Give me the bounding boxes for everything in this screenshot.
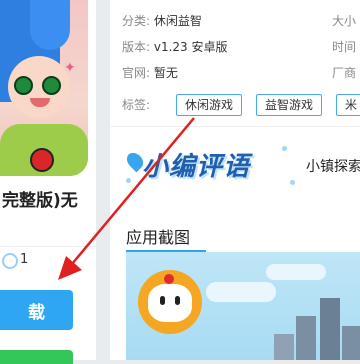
info-time-key: 时间 — [332, 40, 357, 54]
info-version-key: 版本: — [122, 40, 151, 54]
editor-review-logo: 小编评语 — [142, 152, 251, 182]
building — [320, 298, 340, 360]
share-row: 1 — [0, 246, 96, 275]
decor-dot — [290, 180, 295, 185]
sparkle-icon: ✦ — [64, 60, 76, 76]
character-eye-right — [42, 76, 61, 95]
info-category: 分类: 休闲益智 — [122, 12, 202, 29]
decor-dot — [126, 178, 131, 183]
app-screenshot[interactable] — [126, 252, 360, 360]
column-gap — [96, 0, 110, 360]
cat-eye-right — [175, 296, 180, 305]
info-website: 官网: 暂无 — [122, 64, 178, 81]
info-category-key: 分类: — [122, 14, 151, 28]
cat-eye-left — [160, 296, 165, 305]
ladybug-icon — [30, 148, 54, 172]
share-icon[interactable] — [2, 253, 18, 269]
info-website-key: 官网: — [122, 66, 151, 80]
info-vendor-key: 厂商 — [332, 66, 357, 80]
cat-character — [138, 270, 202, 334]
building — [342, 326, 360, 360]
editor-review-banner: 小编评语 小镇探索 — [122, 140, 360, 192]
info-size-key: 大小 — [332, 14, 357, 28]
building — [296, 316, 316, 360]
info-version: 版本: v1.23 安卓版 — [122, 38, 228, 55]
info-version-value: v1.23 安卓版 — [153, 40, 228, 54]
cat-face — [148, 284, 192, 322]
section-title-screenshots: 应用截图 — [126, 228, 191, 247]
character-face — [8, 56, 70, 118]
share-count: 1 — [20, 252, 29, 267]
banner-text: 小镇探索 — [306, 159, 360, 175]
app-summary-panel: ✦ 完整版)无 1 载 — [0, 0, 96, 364]
character-mouth — [30, 98, 50, 107]
app-icon[interactable]: ✦ — [0, 0, 88, 176]
info-website-value: 暂无 — [153, 66, 178, 80]
download-button[interactable]: 载 — [0, 290, 73, 330]
cloud — [206, 282, 276, 302]
divider — [110, 126, 360, 127]
app-details-panel: 分类: 休闲益智 大小 版本: v1.23 安卓版 时间 官网: 暂无 厂商 标… — [110, 0, 360, 360]
tag-partial[interactable]: 米 — [336, 94, 360, 116]
tag-label: 标签: — [122, 98, 151, 112]
building — [274, 334, 294, 360]
tag-casual-games[interactable]: 休闲游戏 — [176, 94, 243, 116]
cloud — [266, 264, 326, 280]
secondary-download-button[interactable] — [0, 350, 73, 364]
tag-puzzle-games[interactable]: 益智游戏 — [256, 94, 323, 116]
character-eye-left — [14, 76, 33, 95]
ladybug-icon — [164, 274, 174, 284]
decor-dot — [282, 146, 287, 151]
info-category-value: 休闲益智 — [153, 14, 202, 28]
character-hair-tuft — [30, 0, 70, 50]
